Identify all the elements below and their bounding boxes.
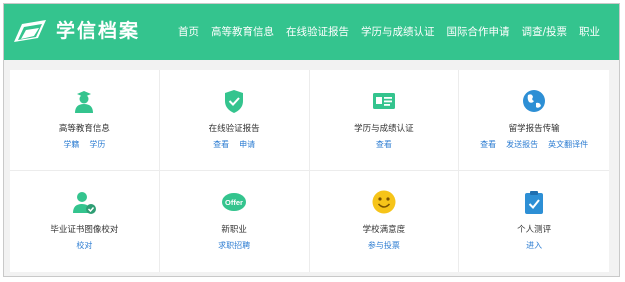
link-degree[interactable]: 学历 [89,139,105,150]
window-frame: 学信档案 首页 高等教育信息 在线验证报告 学历与成绩认证 国际合作申请 调查/… [3,3,620,277]
link-verify[interactable]: 校对 [76,240,92,251]
card-diploma-photo-check: 毕业证书图像校对 校对 [10,171,160,272]
card-online-verification: 在线验证报告 查看 申请 [159,70,310,171]
card-study-abroad-report: 留学报告传输 查看 发送报告 英文翻译件 [459,70,609,171]
globe-icon[interactable] [521,88,547,114]
card-title: 学历与成绩认证 [354,124,414,134]
link-send-report[interactable]: 发送报告 [506,139,538,150]
offer-badge-icon[interactable]: Offer [221,189,247,215]
svg-text:Offer: Offer [225,198,243,207]
card-title: 在线验证报告 [208,124,260,134]
shield-check-icon[interactable] [221,88,247,114]
link-view[interactable]: 查看 [376,139,392,150]
main-nav: 首页 高等教育信息 在线验证报告 学历与成绩认证 国际合作申请 调查/投票 职业 [172,4,606,60]
link-english-translation[interactable]: 英文翻译件 [548,139,588,150]
link-enrollment[interactable]: 学籍 [63,139,79,150]
link-vote[interactable]: 参与投票 [368,240,400,251]
header-bar: 学信档案 首页 高等教育信息 在线验证报告 学历与成绩认证 国际合作申请 调查/… [4,4,619,60]
id-card-icon[interactable] [371,88,397,114]
logo-icon [14,20,46,42]
card-new-career: Offer 新职业 求职招聘 [160,171,310,272]
nav-survey[interactable]: 调查/投票 [516,4,574,60]
link-enter[interactable]: 进入 [526,240,542,251]
nav-international[interactable]: 国际合作申请 [441,4,516,60]
card-title: 个人测评 [517,225,552,235]
card-title: 新职业 [221,225,247,235]
clipboard-check-icon[interactable] [521,189,547,215]
service-grid: 高等教育信息 学籍 学历 在线验证报告 查看 申请 学历与成绩认证 查看 留学报… [10,70,609,272]
card-certification: 学历与成绩认证 查看 [309,70,460,171]
card-school-satisfaction: 学校满意度 参与投票 [310,171,460,272]
logo-text[interactable]: 学信档案 [56,18,140,44]
card-personal-assessment: 个人测评 进入 [459,171,609,272]
link-apply[interactable]: 申请 [239,139,255,150]
card-higher-education: 高等教育信息 学籍 学历 [10,70,160,171]
card-title: 高等教育信息 [58,124,110,134]
user-check-icon[interactable] [71,189,97,215]
nav-career[interactable]: 职业 [573,4,606,60]
graduate-icon[interactable] [71,88,97,114]
card-title: 毕业证书图像校对 [50,225,119,235]
nav-home[interactable]: 首页 [172,4,205,60]
smiley-icon[interactable] [371,189,397,215]
nav-higher-education[interactable]: 高等教育信息 [205,4,280,60]
card-title: 学校满意度 [362,225,406,235]
link-view[interactable]: 查看 [213,139,229,150]
nav-online-verification[interactable]: 在线验证报告 [280,4,355,60]
nav-certification[interactable]: 学历与成绩认证 [355,4,441,60]
card-title: 留学报告传输 [508,124,560,134]
link-view[interactable]: 查看 [480,139,496,150]
link-job-recruitment[interactable]: 求职招聘 [218,240,250,251]
